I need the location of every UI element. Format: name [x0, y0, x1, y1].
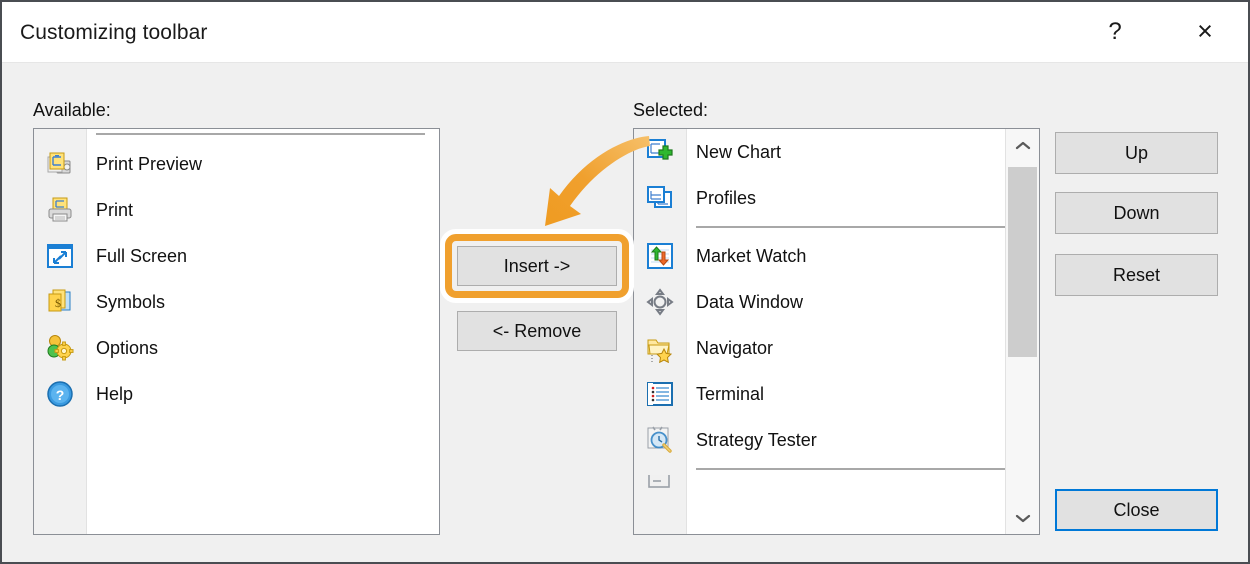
question-mark-icon: ? — [1108, 17, 1122, 45]
list-item[interactable]: Strategy Tester — [634, 417, 1039, 463]
list-item[interactable]: Options — [34, 325, 439, 371]
available-list-label: Available: — [33, 100, 111, 120]
selected-list[interactable]: New Chart Profiles Market Watch Data Win… — [633, 128, 1040, 535]
print-preview-icon — [34, 141, 86, 187]
new-chart-icon — [634, 129, 686, 175]
list-item[interactable]: Market Watch — [634, 233, 1039, 279]
navigator-icon — [634, 325, 686, 371]
svg-text:?: ? — [56, 387, 65, 403]
list-item-label: Terminal — [696, 383, 765, 404]
full-screen-icon — [34, 233, 86, 279]
clipped-item-icon — [634, 475, 686, 499]
list-separator — [34, 129, 439, 141]
list-item[interactable]: Print Preview — [34, 141, 439, 187]
remove-button[interactable]: <- Remove — [457, 311, 617, 351]
strategy-tester-icon — [634, 417, 686, 463]
data-window-icon — [634, 279, 686, 325]
list-item[interactable]: Navigator — [634, 325, 1039, 371]
list-item-label: Options — [96, 337, 159, 358]
move-up-button[interactable]: Up — [1055, 132, 1218, 174]
list-item-label: Navigator — [696, 337, 774, 358]
page-title: Customizing toolbar — [20, 21, 208, 44]
list-item[interactable]: ? Help — [34, 371, 439, 417]
list-item[interactable] — [634, 475, 1039, 499]
scroll-up-icon[interactable] — [1006, 129, 1039, 162]
print-icon — [34, 187, 86, 233]
list-item[interactable]: $ Symbols — [34, 279, 439, 325]
help-icon: ? — [34, 371, 86, 417]
selected-list-label: Selected: — [633, 100, 709, 120]
list-item[interactable]: Full Screen — [34, 233, 439, 279]
available-list[interactable]: Print Preview Print Full Screen $ Symbol… — [33, 128, 440, 535]
list-item[interactable]: Data Window — [634, 279, 1039, 325]
scroll-down-icon[interactable] — [1006, 501, 1039, 534]
terminal-icon — [634, 371, 686, 417]
selected-list-scrollbar[interactable] — [1005, 129, 1039, 534]
list-item-label: Market Watch — [696, 245, 807, 266]
close-window-button[interactable]: × — [1174, 2, 1236, 61]
list-item[interactable]: Profiles — [634, 175, 1039, 221]
svg-text:$: $ — [55, 296, 61, 310]
symbols-icon: $ — [34, 279, 86, 325]
list-separator — [634, 463, 1039, 475]
selected-list-rows: New Chart Profiles Market Watch Data Win… — [634, 129, 1039, 534]
reset-button[interactable]: Reset — [1055, 254, 1218, 296]
scrollbar-thumb[interactable] — [1008, 167, 1037, 357]
list-separator — [634, 221, 1039, 233]
list-item-label: Strategy Tester — [696, 429, 817, 450]
close-icon: × — [1197, 16, 1213, 46]
list-item[interactable]: New Chart — [634, 129, 1039, 175]
insert-button[interactable]: Insert -> — [457, 246, 617, 286]
list-item-label: Help — [96, 383, 134, 404]
customizing-toolbar-dialog: Customizing toolbar ? × Available: Selec… — [0, 0, 1250, 564]
title-bar: Customizing toolbar ? × — [2, 2, 1248, 63]
options-icon — [34, 325, 86, 371]
close-dialog-button[interactable]: Close — [1055, 489, 1218, 531]
list-item-label: Profiles — [696, 187, 757, 208]
available-list-rows: Print Preview Print Full Screen $ Symbol… — [34, 129, 439, 534]
market-watch-icon — [634, 233, 686, 279]
list-item-label: Symbols — [96, 291, 166, 312]
list-item[interactable]: Print — [34, 187, 439, 233]
profiles-icon — [634, 175, 686, 221]
list-item-label: Print — [96, 199, 134, 220]
help-button[interactable]: ? — [1084, 2, 1146, 61]
list-item[interactable]: Terminal — [634, 371, 1039, 417]
list-item-label: New Chart — [696, 141, 782, 162]
list-item-label: Data Window — [696, 291, 804, 312]
list-item-label: Full Screen — [96, 245, 188, 266]
list-item-label: Print Preview — [96, 153, 203, 174]
move-down-button[interactable]: Down — [1055, 192, 1218, 234]
